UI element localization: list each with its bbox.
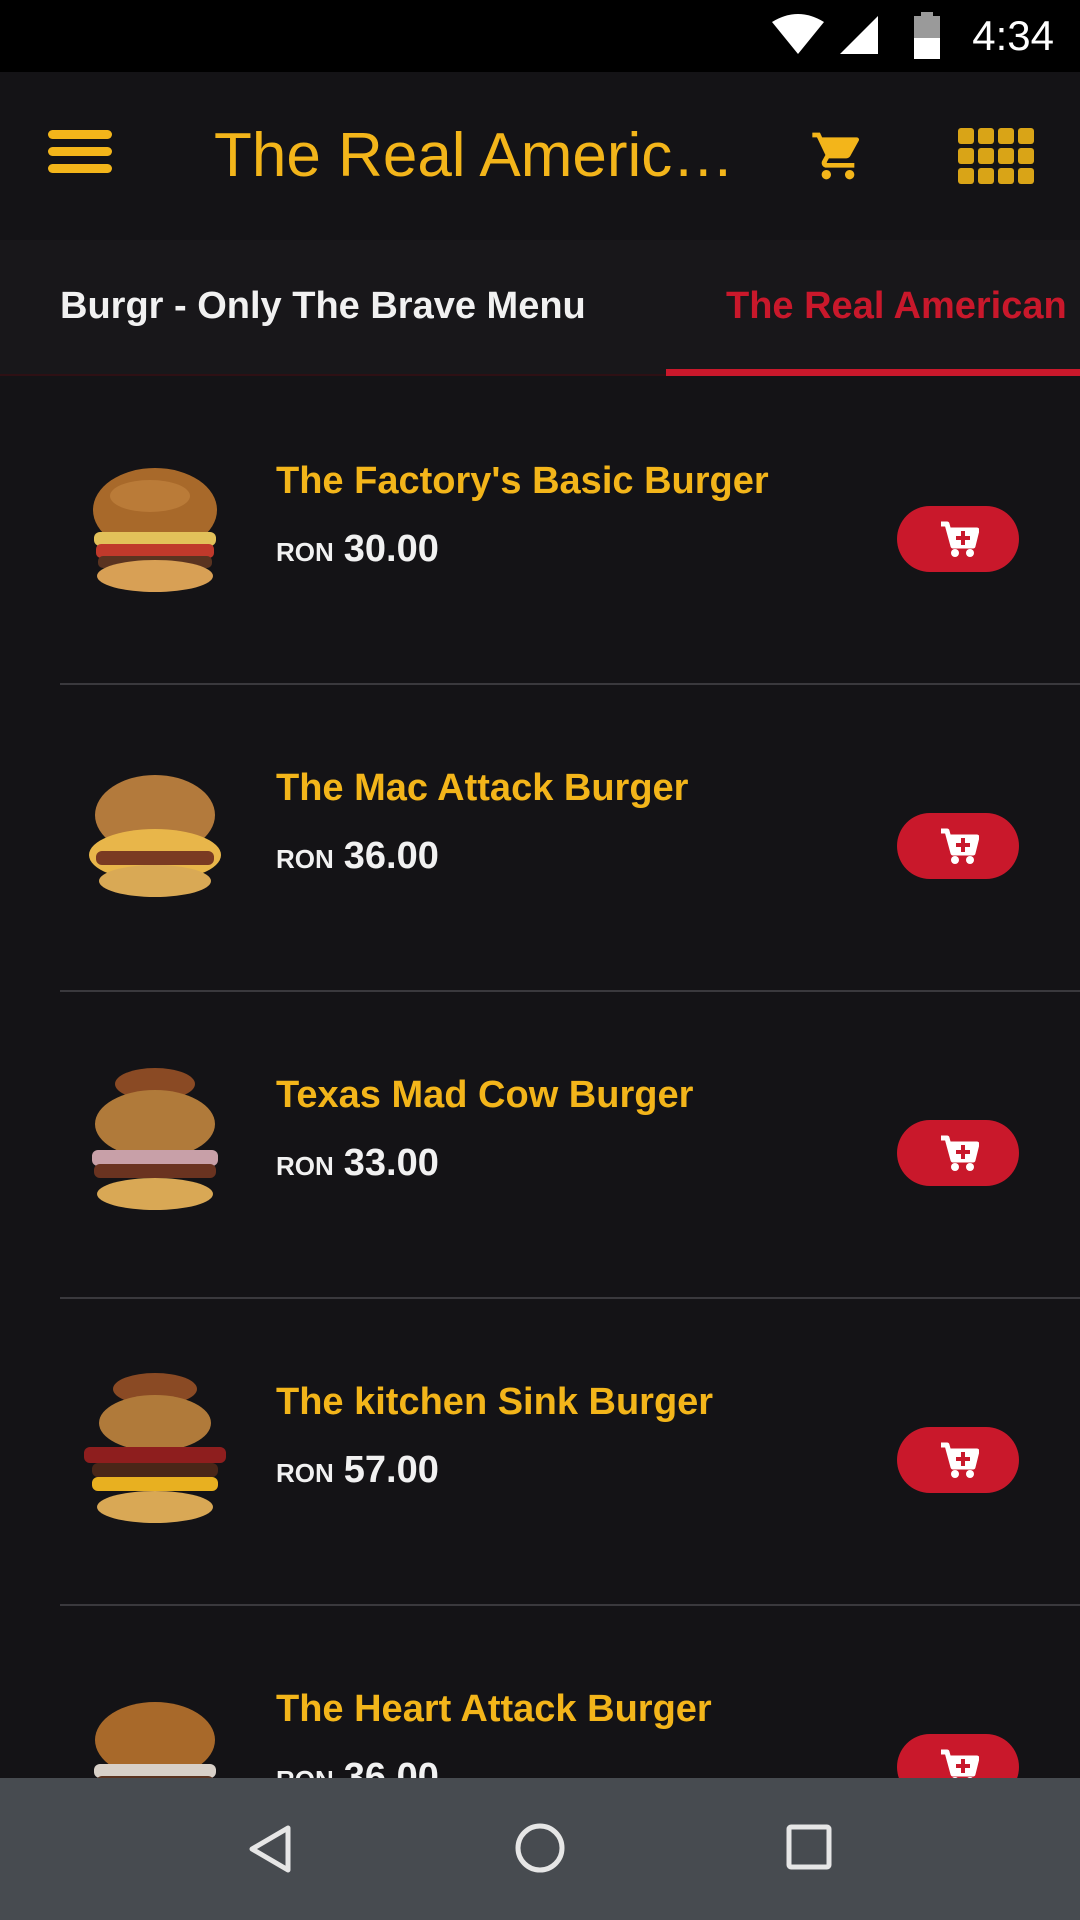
burger-image	[94, 1702, 216, 1778]
add-to-cart-button[interactable]	[897, 1120, 1019, 1186]
add-to-cart-icon	[941, 828, 979, 864]
tab-indicator	[666, 369, 1080, 376]
wifi-icon	[772, 14, 824, 54]
tab-burgr-only-the-brave[interactable]: Burgr - Only The Brave Menu	[60, 240, 586, 376]
burger-image	[89, 775, 221, 897]
recents-icon[interactable]	[786, 1824, 832, 1870]
add-to-cart-icon	[941, 1442, 979, 1478]
add-to-cart-button[interactable]	[897, 506, 1019, 572]
menu-list[interactable]: The Factory's Basic Burger RON 30.00 The…	[0, 378, 1080, 1778]
list-item[interactable]: Texas Mad Cow Burger RON 33.00	[0, 992, 1080, 1299]
burger-image	[93, 468, 217, 592]
item-price: RON 33.00	[276, 1142, 439, 1185]
app-bar: The Real Americ…	[0, 72, 1080, 240]
add-to-cart-icon	[941, 521, 979, 557]
add-to-cart-icon	[941, 1135, 979, 1171]
cart-icon[interactable]	[810, 128, 866, 184]
home-icon[interactable]	[514, 1822, 566, 1874]
grid-icon[interactable]	[958, 128, 1034, 188]
tab-the-real-american[interactable]: The Real American	[726, 240, 1067, 376]
list-item[interactable]: The kitchen Sink Burger RON 57.00	[0, 1299, 1080, 1606]
system-nav-bar	[0, 1778, 1080, 1920]
burger-image	[92, 1068, 218, 1210]
add-to-cart-button[interactable]	[897, 1734, 1019, 1778]
add-to-cart-button[interactable]	[897, 813, 1019, 879]
price-currency: RON	[276, 1151, 334, 1181]
price-currency: RON	[276, 844, 334, 874]
app-screen: 4:34 The Real Americ… Burgr - Only The B…	[0, 0, 1080, 1920]
category-tabs: Burgr - Only The Brave Menu The Real Ame…	[0, 240, 1080, 376]
back-icon[interactable]	[246, 1824, 296, 1874]
add-to-cart-icon	[941, 1749, 979, 1778]
item-price: RON 57.00	[276, 1449, 439, 1492]
status-bar: 4:34	[0, 0, 1080, 72]
burger-image	[84, 1373, 226, 1523]
add-to-cart-button[interactable]	[897, 1427, 1019, 1493]
status-time: 4:34	[972, 12, 1054, 59]
list-item[interactable]: The Heart Attack Burger RON 36.00	[0, 1606, 1080, 1778]
item-price: RON 36.00	[276, 1756, 439, 1778]
price-amount: 36.00	[343, 835, 439, 877]
battery-icon	[914, 12, 940, 59]
price-amount: 57.00	[343, 1449, 439, 1491]
item-price: RON 36.00	[276, 835, 439, 878]
signal-icon	[840, 16, 878, 54]
app-title: The Real Americ…	[214, 121, 735, 190]
price-currency: RON	[276, 1765, 334, 1778]
item-name: The kitchen Sink Burger	[276, 1381, 714, 1423]
menu-icon[interactable]	[48, 130, 118, 182]
list-item[interactable]: The Factory's Basic Burger RON 30.00	[0, 378, 1080, 685]
price-amount: 36.00	[343, 1756, 439, 1778]
item-name: The Mac Attack Burger	[276, 767, 689, 809]
price-amount: 30.00	[343, 528, 439, 570]
price-amount: 33.00	[343, 1142, 439, 1184]
item-price: RON 30.00	[276, 528, 439, 571]
item-name: Texas Mad Cow Burger	[276, 1074, 694, 1116]
item-name: The Factory's Basic Burger	[276, 460, 769, 502]
price-currency: RON	[276, 1458, 334, 1488]
list-item[interactable]: The Mac Attack Burger RON 36.00	[0, 685, 1080, 992]
item-name: The Heart Attack Burger	[276, 1688, 712, 1730]
price-currency: RON	[276, 537, 334, 567]
